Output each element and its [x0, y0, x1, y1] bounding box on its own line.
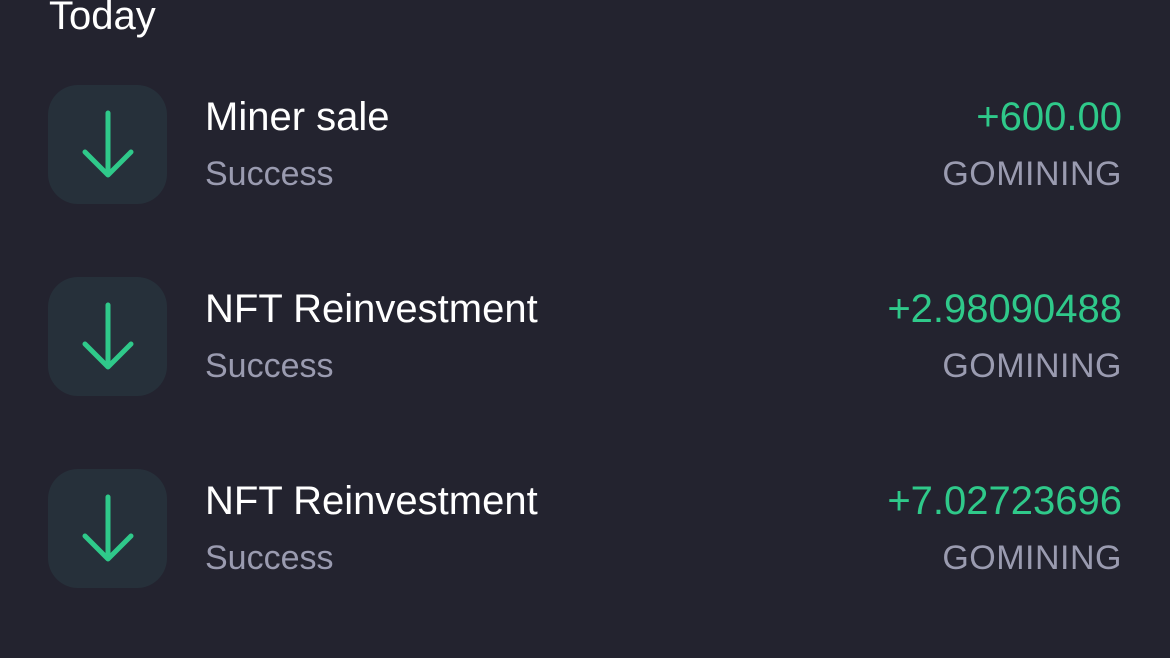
transaction-amount: +7.02723696 [887, 479, 1122, 523]
arrow-down-icon [82, 302, 133, 369]
transaction-row[interactable]: NFT Reinvestment Success +7.02723696 GOM… [48, 469, 1122, 589]
transaction-list: Miner sale Success +600.00 GOMINING NFT … [0, 0, 1170, 658]
transaction-row[interactable]: Miner sale Success +600.00 GOMINING [48, 85, 1122, 205]
transaction-status: Success [205, 347, 334, 385]
transaction-row[interactable]: NFT Reinvestment Success +2.98090488 GOM… [48, 277, 1122, 397]
transaction-currency: GOMINING [942, 539, 1122, 577]
transaction-amount: +2.98090488 [887, 287, 1122, 331]
incoming-transaction-badge [48, 277, 167, 396]
transaction-status: Success [205, 155, 334, 193]
transaction-status: Success [205, 539, 334, 577]
incoming-transaction-badge [48, 469, 167, 588]
transaction-amount: +600.00 [976, 95, 1122, 139]
transaction-currency: GOMINING [942, 347, 1122, 385]
transaction-title: NFT Reinvestment [205, 287, 538, 331]
transaction-title: Miner sale [205, 95, 390, 139]
transaction-currency: GOMINING [942, 155, 1122, 193]
incoming-transaction-badge [48, 85, 167, 204]
arrow-down-icon [82, 494, 133, 561]
arrow-down-icon [82, 110, 133, 177]
transaction-title: NFT Reinvestment [205, 479, 538, 523]
